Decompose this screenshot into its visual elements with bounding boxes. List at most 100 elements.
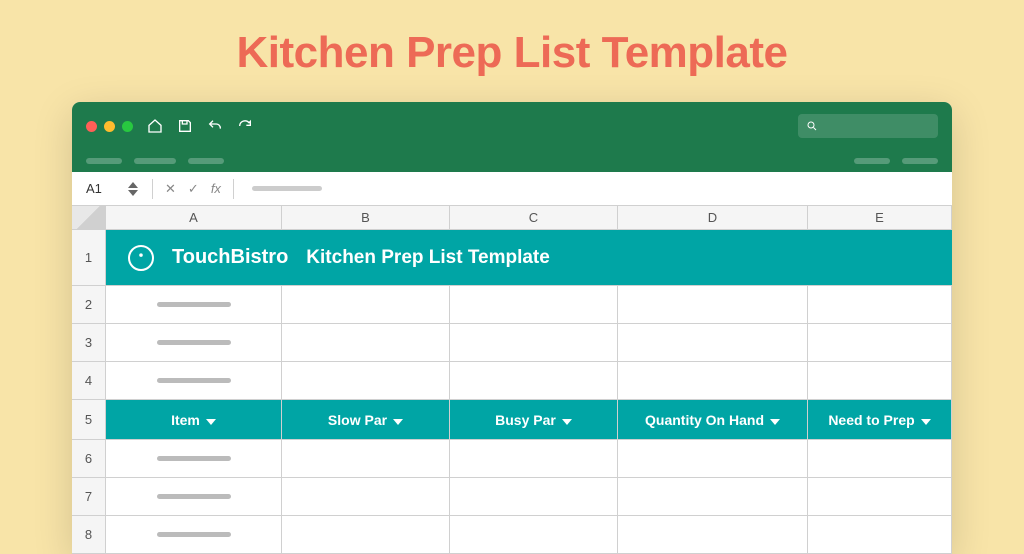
- chevron-down-icon: [770, 412, 780, 428]
- minimize-icon[interactable]: [104, 121, 115, 132]
- ribbon-group[interactable]: [188, 158, 224, 164]
- row-header[interactable]: 6: [72, 440, 106, 477]
- cell[interactable]: [618, 440, 808, 477]
- cell[interactable]: [450, 440, 618, 477]
- placeholder-text: [157, 456, 231, 461]
- cell[interactable]: [808, 478, 952, 515]
- ribbon-group[interactable]: [902, 158, 938, 164]
- column-header[interactable]: A: [106, 206, 282, 229]
- ribbon-group[interactable]: [86, 158, 122, 164]
- table-row: 6: [72, 440, 952, 478]
- formula-input[interactable]: [252, 186, 322, 191]
- header-label: Slow Par: [328, 412, 387, 428]
- header-label: Need to Prep: [828, 412, 914, 428]
- chevron-down-icon: [206, 412, 216, 428]
- column-header[interactable]: B: [282, 206, 450, 229]
- cell[interactable]: [282, 478, 450, 515]
- cell[interactable]: [808, 516, 952, 553]
- cell[interactable]: [618, 286, 808, 323]
- table-row: 1 TouchBistro Kitchen Prep List Template: [72, 230, 952, 286]
- cell[interactable]: [282, 362, 450, 399]
- row-header[interactable]: 3: [72, 324, 106, 361]
- select-all-corner[interactable]: [72, 206, 106, 229]
- row-header[interactable]: 7: [72, 478, 106, 515]
- cell[interactable]: [282, 286, 450, 323]
- search-input[interactable]: [798, 114, 938, 138]
- fx-button[interactable]: fx: [211, 181, 221, 196]
- cell[interactable]: [106, 478, 282, 515]
- cell-stepper[interactable]: [126, 182, 140, 196]
- formula-bar: A1 ✕ ✓ fx: [72, 172, 952, 206]
- row-header[interactable]: 5: [72, 400, 106, 439]
- cell[interactable]: [808, 324, 952, 361]
- cell[interactable]: [618, 362, 808, 399]
- title-banner-cell[interactable]: TouchBistro Kitchen Prep List Template: [106, 230, 952, 285]
- table-header-row: 5 Item Slow Par Busy Par Quantity On Han…: [72, 400, 952, 440]
- cell-reference[interactable]: A1: [86, 181, 114, 196]
- header-label: Quantity On Hand: [645, 412, 764, 428]
- header-busy-par[interactable]: Busy Par: [450, 400, 618, 439]
- cell[interactable]: [106, 440, 282, 477]
- column-header[interactable]: C: [450, 206, 618, 229]
- table-row: 2: [72, 286, 952, 324]
- cell[interactable]: [282, 440, 450, 477]
- cell[interactable]: [450, 362, 618, 399]
- table-row: 7: [72, 478, 952, 516]
- maximize-icon[interactable]: [122, 121, 133, 132]
- chevron-down-icon: [562, 412, 572, 428]
- window-titlebar: [72, 102, 952, 150]
- close-icon[interactable]: [86, 121, 97, 132]
- cell[interactable]: [450, 324, 618, 361]
- header-need-to-prep[interactable]: Need to Prep: [808, 400, 952, 439]
- ribbon-group[interactable]: [854, 158, 890, 164]
- table-row: 3: [72, 324, 952, 362]
- row-header[interactable]: 2: [72, 286, 106, 323]
- ribbon-toolbar: [72, 150, 952, 172]
- cancel-formula-button[interactable]: ✕: [165, 181, 176, 197]
- placeholder-text: [157, 378, 231, 383]
- cell[interactable]: [808, 286, 952, 323]
- cell[interactable]: [450, 286, 618, 323]
- spreadsheet-grid: A B C D E 1 TouchBistro Kitchen Prep Lis…: [72, 206, 952, 554]
- undo-icon[interactable]: [207, 118, 223, 134]
- touchbistro-logo-icon: [128, 245, 154, 271]
- window-controls: [86, 121, 133, 132]
- header-item[interactable]: Item: [106, 400, 282, 439]
- header-label: Item: [171, 412, 200, 428]
- home-icon[interactable]: [147, 118, 163, 134]
- cell[interactable]: [282, 324, 450, 361]
- row-header[interactable]: 1: [72, 230, 106, 285]
- ribbon-group[interactable]: [134, 158, 176, 164]
- table-row: 4: [72, 362, 952, 400]
- accept-formula-button[interactable]: ✓: [188, 181, 199, 197]
- cell[interactable]: [450, 516, 618, 553]
- cell[interactable]: [106, 286, 282, 323]
- cell[interactable]: [106, 324, 282, 361]
- banner-title: Kitchen Prep List Template: [306, 247, 550, 269]
- cell[interactable]: [618, 478, 808, 515]
- cell[interactable]: [808, 440, 952, 477]
- header-slow-par[interactable]: Slow Par: [282, 400, 450, 439]
- header-qty-on-hand[interactable]: Quantity On Hand: [618, 400, 808, 439]
- row-header[interactable]: 8: [72, 516, 106, 553]
- chevron-down-icon: [921, 412, 931, 428]
- column-header[interactable]: D: [618, 206, 808, 229]
- cell[interactable]: [106, 362, 282, 399]
- cell[interactable]: [618, 516, 808, 553]
- column-headers: A B C D E: [72, 206, 952, 230]
- placeholder-text: [157, 532, 231, 537]
- chevron-down-icon: [393, 412, 403, 428]
- search-icon: [806, 120, 818, 132]
- row-header[interactable]: 4: [72, 362, 106, 399]
- table-row: 8: [72, 516, 952, 554]
- save-icon[interactable]: [177, 118, 193, 134]
- refresh-icon[interactable]: [237, 118, 253, 134]
- placeholder-text: [157, 302, 231, 307]
- cell[interactable]: [282, 516, 450, 553]
- cell[interactable]: [450, 478, 618, 515]
- cell[interactable]: [808, 362, 952, 399]
- column-header[interactable]: E: [808, 206, 952, 229]
- placeholder-text: [157, 340, 231, 345]
- cell[interactable]: [106, 516, 282, 553]
- cell[interactable]: [618, 324, 808, 361]
